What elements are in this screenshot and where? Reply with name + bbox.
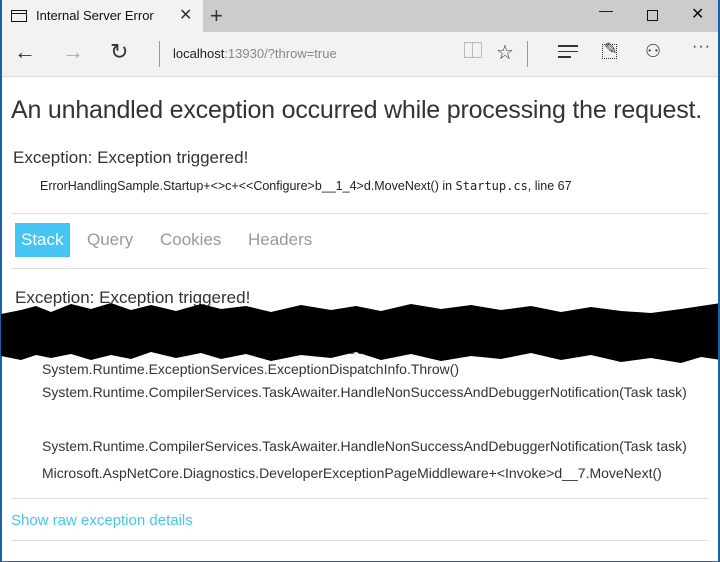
tab-strip: Internal Server Error ✕ + — ✕ [2, 0, 720, 32]
location-file: Startup.cs [455, 179, 528, 193]
page-title: An unhandled exception occurred while pr… [11, 96, 703, 124]
address-bar[interactable]: localhost:13930/?throw=true [173, 46, 337, 61]
divider [11, 498, 708, 499]
browser-tab[interactable]: Internal Server Error ✕ [2, 0, 203, 32]
location-line: , line 67 [527, 179, 572, 193]
close-window-button[interactable]: ✕ [691, 4, 704, 24]
stack-frame: Microsoft.AspNetCore.Diagnostics.Develop… [42, 465, 662, 481]
exception-location: ErrorHandlingSample.Startup+<>c+<<Config… [40, 179, 572, 193]
tab-headers[interactable]: Headers [242, 223, 318, 257]
divider [11, 268, 708, 269]
divider [159, 41, 160, 67]
minimize-button[interactable]: — [599, 2, 613, 18]
location-in: in [438, 179, 456, 193]
location-method: ErrorHandlingSample.Startup+<>c+<<Config… [40, 179, 439, 193]
address-rest: :13930/?throw=true [224, 46, 337, 61]
tab-query[interactable]: Query [81, 223, 139, 257]
forward-button[interactable]: → [62, 40, 84, 64]
stack-frame: System.Runtime.CompilerServices.TaskAwai… [42, 384, 687, 400]
show-raw-exception-link[interactable]: Show raw exception details [11, 512, 193, 529]
more-icon[interactable]: ··· [692, 38, 711, 56]
tab-title: Internal Server Error [36, 8, 154, 23]
new-tab-button[interactable]: + [210, 3, 223, 29]
favorite-star-icon[interactable]: ☆ [496, 40, 514, 65]
share-icon[interactable]: ⚇ [645, 41, 661, 62]
address-host: localhost [173, 46, 225, 61]
stack-frame: System.Runtime.CompilerServices.TaskAwai… [42, 438, 687, 454]
back-button[interactable]: ← [14, 40, 36, 64]
page-icon [11, 10, 27, 22]
torn-edge-overlay [1, 303, 720, 363]
close-tab-icon[interactable]: ✕ [179, 5, 192, 25]
hub-icon[interactable] [558, 45, 578, 62]
refresh-button[interactable]: ↻ [110, 40, 128, 64]
divider [11, 540, 708, 541]
web-note-icon[interactable] [602, 39, 617, 59]
reading-view-icon[interactable] [464, 42, 482, 58]
exception-title: Exception: Exception triggered! [13, 148, 249, 167]
divider [527, 41, 528, 67]
browser-window: Internal Server Error ✕ + — ✕ ← → ↻ loca… [0, 0, 720, 562]
navigation-bar: ← → ↻ localhost:13930/?throw=true ☆ ⚇ ··… [2, 32, 720, 77]
divider [11, 213, 708, 214]
tab-cookies[interactable]: Cookies [154, 223, 227, 257]
maximize-button[interactable] [647, 10, 658, 21]
tab-stack[interactable]: Stack [15, 223, 70, 257]
